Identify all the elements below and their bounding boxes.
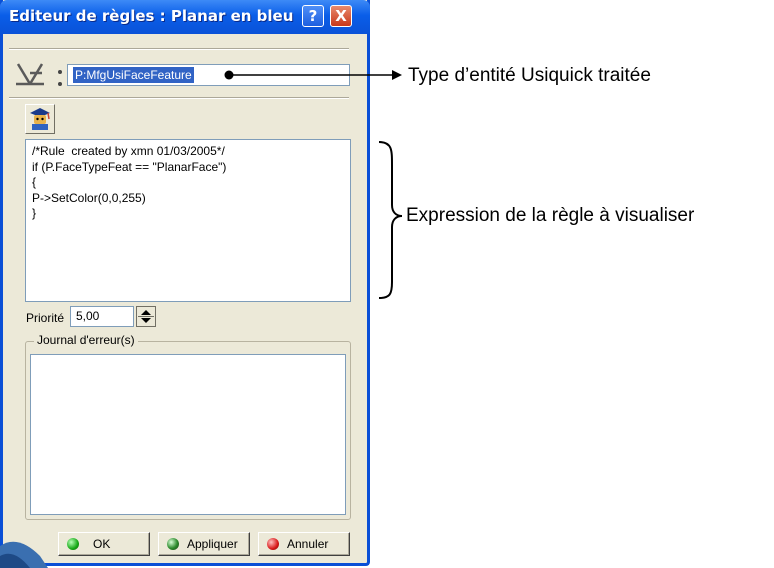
rule-wizard-button[interactable] bbox=[25, 104, 55, 134]
priority-spinner[interactable] bbox=[136, 306, 156, 327]
cancel-button[interactable]: Annuler bbox=[258, 532, 350, 556]
desktop-corner-decoration bbox=[0, 541, 48, 568]
cancel-status-icon bbox=[267, 538, 279, 550]
priority-label: Priorité bbox=[26, 311, 65, 325]
error-journal-label: Journal d'erreur(s) bbox=[34, 333, 138, 347]
separator bbox=[9, 97, 349, 99]
apply-status-icon bbox=[167, 538, 179, 550]
spinner-up-icon[interactable] bbox=[141, 310, 151, 315]
help-button[interactable]: ? bbox=[302, 5, 324, 27]
feature-type-value: P:MfgUsiFaceFeature bbox=[73, 67, 194, 83]
expression-brace bbox=[378, 141, 403, 299]
rule-expression-editor[interactable]: /*Rule created by xmn 01/03/2005*/ if (P… bbox=[25, 139, 351, 302]
cancel-label: Annuler bbox=[287, 537, 329, 551]
spinner-divider bbox=[138, 316, 154, 317]
apply-button[interactable]: Appliquer bbox=[158, 532, 250, 556]
title-bar[interactable]: Editeur de règles : Planar en bleu ? X bbox=[0, 0, 370, 34]
separator bbox=[9, 48, 349, 50]
feature-type-field[interactable]: P:MfgUsiFaceFeature bbox=[67, 64, 350, 86]
feature-pointer-arrowhead bbox=[392, 70, 402, 80]
feature-type-annotation: Type d’entité Usiquick traitée bbox=[408, 65, 651, 86]
code-line: P->SetColor(0,0,255) bbox=[32, 190, 146, 205]
dialog-title: Editeur de règles : Planar en bleu bbox=[9, 7, 294, 25]
close-button[interactable]: X bbox=[330, 5, 352, 27]
code-line: if (P.FaceTypeFeat == "PlanarFace") bbox=[32, 159, 227, 174]
spinner-down-icon[interactable] bbox=[141, 318, 151, 323]
code-line: /*Rule created by xmn 01/03/2005*/ bbox=[32, 144, 225, 158]
ok-status-icon bbox=[67, 538, 79, 550]
planar-face-symbol-icon bbox=[16, 63, 62, 86]
code-line: } bbox=[32, 206, 37, 220]
code-line: { bbox=[32, 175, 37, 189]
expression-annotation: Expression de la règle à visualiser bbox=[406, 205, 695, 226]
priority-input[interactable]: 5,00 bbox=[70, 306, 134, 327]
error-journal-group: Journal d'erreur(s) bbox=[25, 333, 351, 520]
ok-label: OK bbox=[93, 537, 111, 551]
rule-wizard-icon bbox=[30, 108, 50, 130]
error-journal-box[interactable] bbox=[30, 354, 346, 515]
apply-label: Appliquer bbox=[187, 537, 238, 551]
ok-button[interactable]: OK bbox=[58, 532, 150, 556]
